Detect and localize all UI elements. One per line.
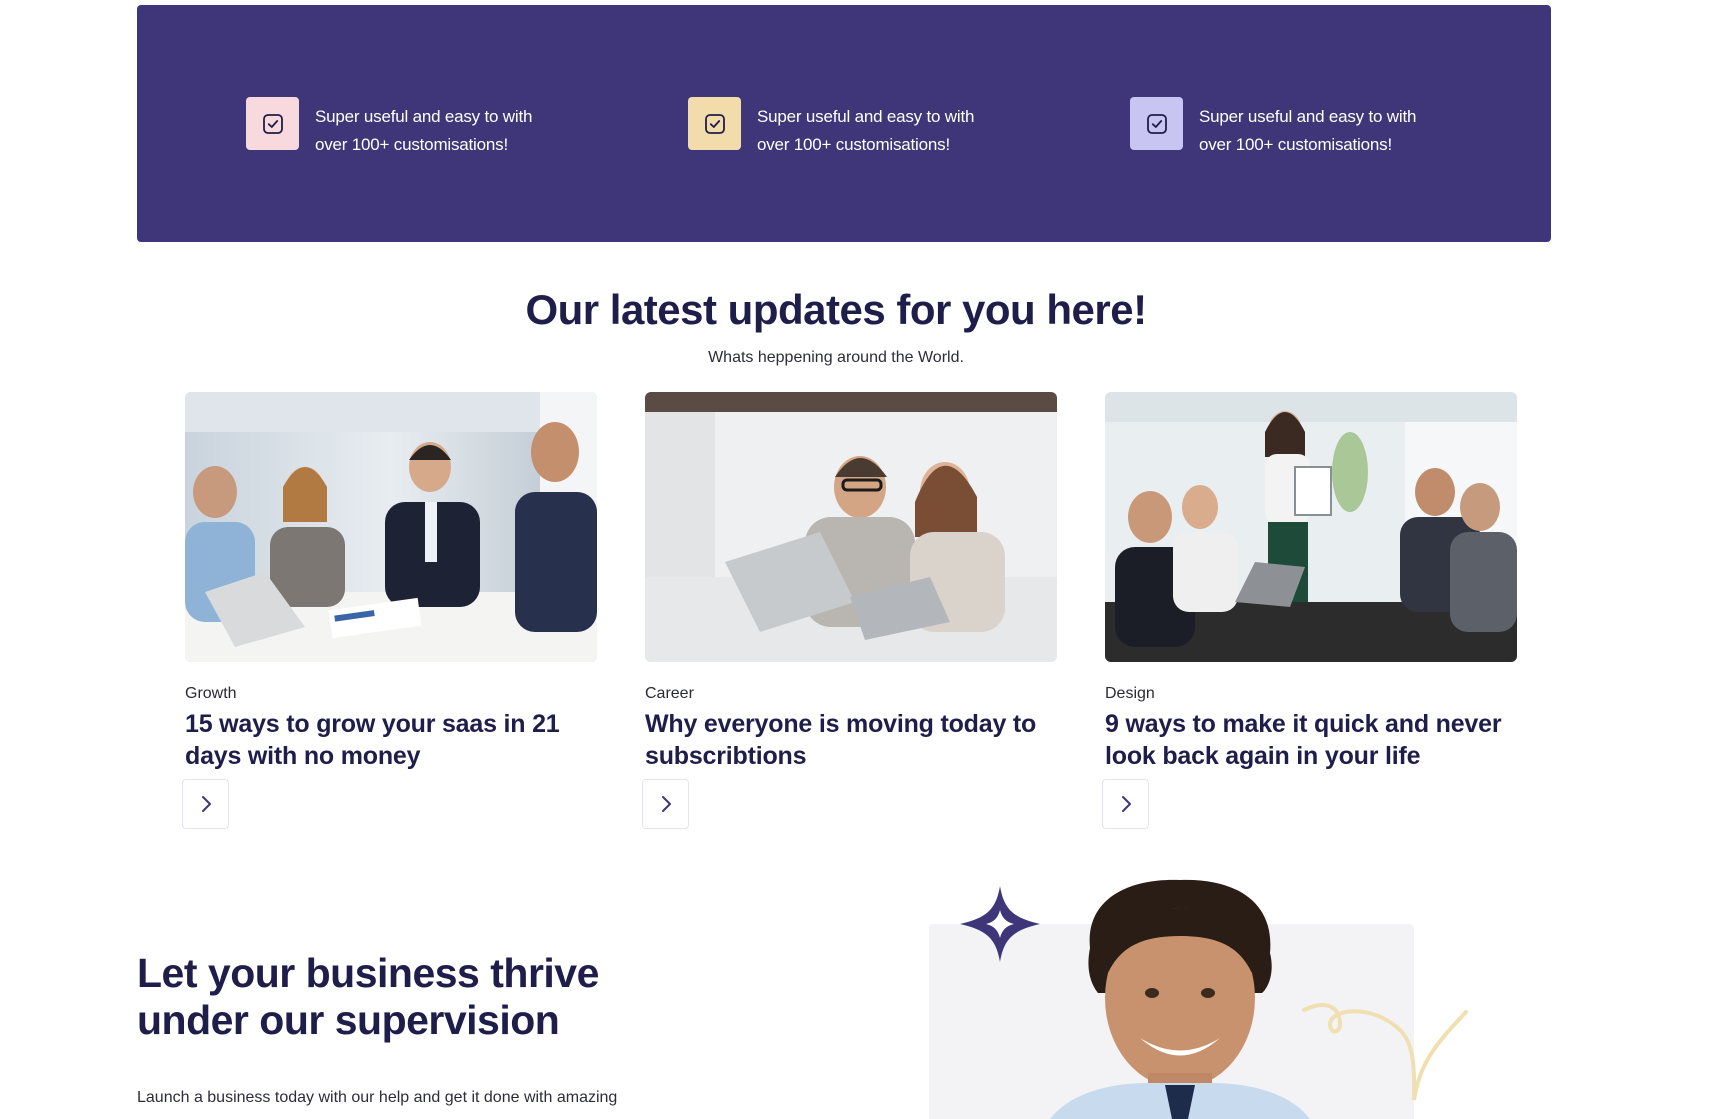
feature-item: Super useful and easy to with over 100+ … — [688, 97, 997, 159]
card-image-meeting[interactable] — [185, 392, 597, 662]
card-image-laptop[interactable] — [645, 392, 1057, 662]
chevron-right-icon — [661, 796, 671, 812]
feature-text: Super useful and easy to with over 100+ … — [1199, 107, 1417, 154]
blog-card: Career Why everyone is moving today to s… — [642, 392, 1057, 829]
check-square-icon — [688, 97, 741, 150]
section-title: Our latest updates for you here! — [525, 286, 1147, 333]
chevron-right-icon — [1121, 796, 1131, 812]
features-banner: Super useful and easy to with over 100+ … — [137, 5, 1551, 242]
card-title[interactable]: Why everyone is moving today to subscrib… — [645, 708, 1057, 772]
section-subtitle: Whats heppening around the World. — [708, 349, 964, 366]
card-title[interactable]: 15 ways to grow your saas in 21 days wit… — [185, 708, 597, 772]
read-more-button[interactable] — [642, 779, 689, 829]
blog-card: Design 9 ways to make it quick and never… — [1102, 392, 1517, 829]
card-category: Design — [1105, 685, 1155, 702]
portrait-image — [1050, 879, 1310, 1119]
check-square-icon — [1130, 97, 1183, 150]
cta-title: Let your business thrive under our super… — [137, 950, 599, 1043]
card-image-presentation[interactable] — [1105, 392, 1517, 662]
blog-card: Growth 15 ways to grow your saas in 21 d… — [182, 392, 597, 829]
feature-item: Super useful and easy to with over 100+ … — [246, 97, 555, 159]
chevron-right-icon — [201, 796, 211, 812]
check-square-icon — [246, 97, 299, 150]
card-category: Career — [645, 685, 694, 702]
feature-item: Super useful and easy to with over 100+ … — [1130, 97, 1439, 159]
card-title[interactable]: 9 ways to make it quick and never look b… — [1105, 708, 1517, 772]
cta-description: Launch a business today with our help an… — [137, 1089, 618, 1106]
read-more-button[interactable] — [182, 779, 229, 829]
feature-text: Super useful and easy to with over 100+ … — [757, 107, 975, 154]
feature-text: Super useful and easy to with over 100+ … — [315, 107, 533, 154]
read-more-button[interactable] — [1102, 779, 1149, 829]
card-category: Growth — [185, 685, 237, 702]
